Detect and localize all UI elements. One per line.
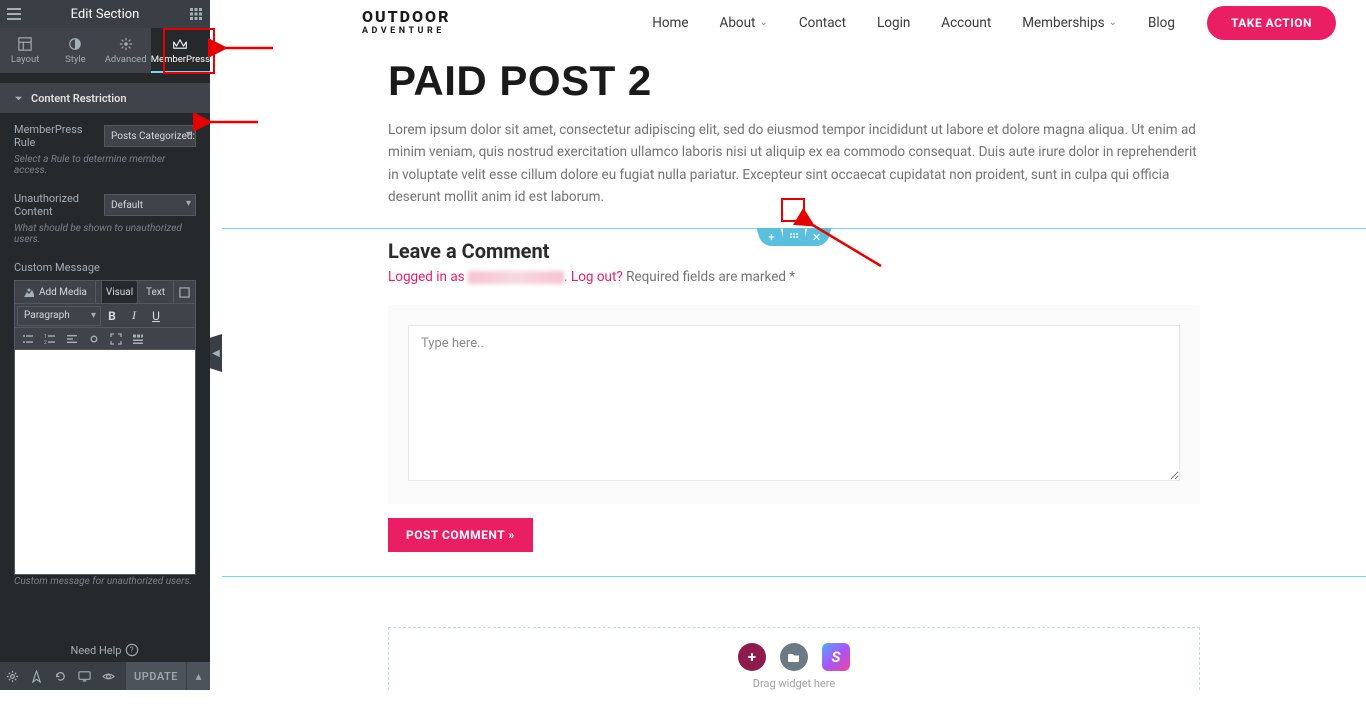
nav-home[interactable]: Home (652, 15, 688, 31)
svg-text:?: ? (130, 646, 134, 655)
add-media-label: Add Media (39, 287, 87, 298)
panel-title: Edit Section (28, 7, 182, 22)
preview-eye-icon[interactable] (96, 670, 120, 683)
add-widget-icon[interactable]: + (738, 643, 766, 671)
tab-advanced[interactable]: Advanced (101, 28, 151, 73)
widgets-grid-icon[interactable] (182, 8, 210, 20)
accordion-label: Content Restriction (31, 92, 126, 105)
brand-sub: ADVENTURE (362, 27, 450, 36)
tab-label: Style (65, 54, 86, 65)
nav-login[interactable]: Login (877, 15, 910, 31)
nav-blog[interactable]: Blog (1148, 15, 1175, 31)
navigator-icon[interactable] (24, 670, 48, 683)
comment-form (388, 305, 1200, 504)
annotation-arrow (805, 220, 885, 273)
fullscreen-expand-icon[interactable] (105, 329, 127, 349)
login-status-line: Logged in as . Log out? Required fields … (388, 269, 1200, 285)
chevron-down-icon: ⌄ (759, 17, 767, 28)
comment-textarea[interactable] (408, 325, 1180, 481)
add-media-button[interactable]: Add Media (15, 281, 96, 303)
post-title: PAID POST 2 (388, 57, 1200, 105)
preview-area: OUTDOOR ADVENTURE Home About⌄ Contact Lo… (222, 0, 1366, 690)
annotation-arrow (215, 40, 275, 59)
update-button[interactable]: UPDATE (126, 662, 186, 690)
nav-memberships[interactable]: Memberships⌄ (1022, 15, 1117, 31)
editor-canvas[interactable] (14, 350, 196, 575)
nav-contact[interactable]: Contact (799, 15, 846, 31)
rule-hint: Select a Rule to determine member access… (0, 153, 210, 182)
elementor-sidebar: Edit Section Layout Style Advanced Membe… (0, 0, 210, 690)
post-body: Lorem ipsum dolor sit amet, consectetur … (388, 119, 1200, 208)
rule-select[interactable]: Posts Categorized: P (104, 125, 196, 147)
tab-label: MemberPress (151, 54, 210, 65)
brand-top: OUTDOOR (362, 9, 450, 25)
tab-layout[interactable]: Layout (0, 28, 50, 73)
tab-memberpress[interactable]: MemberPress (151, 28, 210, 73)
responsive-icon[interactable] (72, 670, 96, 683)
visual-tab[interactable]: Visual (101, 281, 137, 303)
settings-tabs: Layout Style Advanced MemberPress (0, 28, 210, 73)
update-options-button[interactable]: ▴ (186, 662, 210, 690)
history-icon[interactable] (48, 670, 72, 683)
control-memberpress-rule: MemberPress Rule Posts Categorized: P (0, 113, 210, 153)
annotation-arrow (200, 114, 260, 133)
tab-label: Layout (11, 54, 39, 65)
need-help-label: Need Help (71, 644, 122, 657)
numbered-list-icon[interactable]: 12 (39, 329, 61, 349)
italic-button[interactable]: I (123, 305, 145, 327)
starter-templates-icon[interactable]: S (822, 643, 850, 671)
site-logo[interactable]: OUTDOOR ADVENTURE (362, 9, 450, 36)
sidebar-footer: UPDATE ▴ (0, 662, 210, 690)
text-tab[interactable]: Text (137, 281, 173, 303)
control-label: MemberPress Rule (14, 123, 96, 149)
section-boundary-bottom (222, 576, 1366, 577)
nav-about[interactable]: About⌄ (720, 15, 768, 31)
bold-button[interactable]: B (101, 305, 123, 327)
custom-message-label: Custom Message (0, 251, 210, 280)
tab-style[interactable]: Style (50, 28, 100, 73)
widget-drop-zone[interactable]: + S Drag widget here (388, 627, 1200, 690)
logout-link[interactable]: Log out? (571, 269, 623, 285)
primary-nav: Home About⌄ Contact Login Account Member… (638, 15, 1189, 31)
format-select[interactable]: Paragraph (17, 306, 101, 326)
username-blurred (468, 271, 564, 284)
required-text: Required fields are marked * (626, 269, 795, 285)
wysiwyg-editor: Add Media Visual Text Paragraph B I U 12 (0, 280, 210, 575)
chevron-down-icon: ⌄ (1109, 17, 1117, 28)
take-action-button[interactable]: TAKE ACTION (1207, 6, 1336, 40)
template-library-icon[interactable] (780, 643, 808, 671)
unauth-hint: What should be shown to unauthorized use… (0, 222, 210, 251)
custom-msg-hint: Custom message for unauthorized users. (0, 575, 210, 593)
logged-in-link[interactable]: Logged in as (388, 269, 468, 285)
settings-gear-icon[interactable] (0, 670, 24, 683)
bullet-list-icon[interactable] (17, 329, 39, 349)
svg-text:2: 2 (44, 340, 47, 345)
unauth-select[interactable]: Default (104, 194, 196, 216)
sidebar-header: Edit Section (0, 0, 210, 28)
menu-icon[interactable] (0, 8, 28, 20)
add-section-button[interactable]: + (757, 228, 786, 246)
link-icon[interactable] (83, 329, 105, 349)
comment-section: Leave a Comment Logged in as . Log out? … (222, 229, 1366, 552)
site-header: OUTDOOR ADVENTURE Home About⌄ Contact Lo… (222, 0, 1366, 45)
edit-section-handle[interactable] (783, 228, 805, 246)
toolbar-toggle-icon[interactable] (127, 329, 149, 349)
fullscreen-icon[interactable] (173, 281, 195, 303)
align-icon[interactable] (61, 329, 83, 349)
post-comment-button[interactable]: POST COMMENT » (388, 518, 533, 552)
collapse-panel-button[interactable]: ◀ (210, 334, 222, 372)
nav-account[interactable]: Account (941, 15, 991, 31)
drag-widget-label: Drag widget here (753, 677, 835, 690)
section-boundary: + ✕ (222, 228, 1366, 229)
underline-button[interactable]: U (145, 305, 167, 327)
control-unauthorized-content: Unauthorized Content Default (0, 182, 210, 222)
tab-label: Advanced (105, 54, 147, 65)
control-label: Unauthorized Content (14, 192, 96, 218)
post-content: PAID POST 2 Lorem ipsum dolor sit amet, … (222, 45, 1366, 208)
accordion-content-restriction[interactable]: Content Restriction (0, 83, 210, 113)
